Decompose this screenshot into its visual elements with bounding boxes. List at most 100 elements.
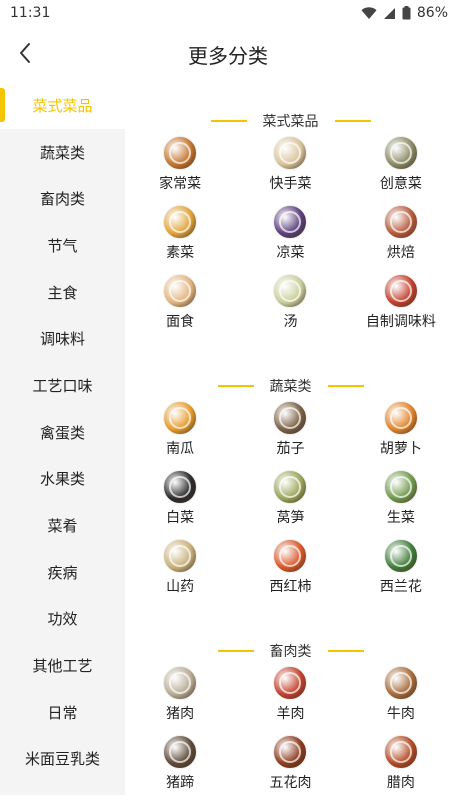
category-tile[interactable]: 生菜 [346, 470, 456, 539]
category-tile[interactable]: 南瓜 [125, 401, 235, 470]
category-tile-label: 创意菜 [379, 176, 422, 192]
category-tile-label: 烘焙 [386, 245, 415, 261]
dish-photo-icon [163, 735, 198, 769]
dish-photo-icon [163, 666, 198, 700]
dish-photo-icon [273, 136, 308, 170]
sidebar-item-caishi[interactable]: 菜式菜品 [0, 82, 125, 129]
category-tile-label: 胡萝卜 [379, 441, 422, 457]
dish-photo-icon [383, 666, 418, 700]
battery-percent: 86% [416, 5, 448, 21]
category-tile[interactable]: 烘焙 [346, 205, 456, 274]
category-tile-label: 腊肉 [386, 775, 415, 791]
category-tile-label: 凉菜 [276, 245, 305, 261]
category-tile[interactable]: 西兰花 [346, 539, 456, 608]
sidebar-item-label: 畜肉类 [39, 190, 85, 209]
category-tile[interactable]: 莴笋 [235, 470, 345, 539]
dish-photo-icon [273, 666, 308, 700]
sidebar-item-label: 调味料 [39, 330, 85, 349]
wifi-icon [361, 6, 377, 20]
category-tile[interactable]: 面食 [125, 274, 235, 343]
dish-photo-icon [163, 539, 198, 573]
category-tile[interactable]: 茄子 [235, 401, 345, 470]
category-tile-label: 羊肉 [276, 706, 305, 722]
sidebar-item-churou[interactable]: 畜肉类 [0, 175, 125, 222]
sidebar-item-caiyao[interactable]: 菜肴 [0, 502, 125, 549]
category-tile-label: 自制调味料 [365, 314, 436, 330]
section-title: 菜式菜品 [125, 110, 456, 132]
sidebar-item-label: 其他工艺 [32, 657, 93, 676]
sidebar-item-label: 主食 [47, 283, 78, 302]
sidebar-item-mimian-douru[interactable]: 米面豆乳类 [0, 736, 125, 783]
dish-photo-icon [273, 274, 308, 308]
category-tile[interactable]: 山药 [125, 539, 235, 608]
category-tile-label: 牛肉 [386, 706, 415, 722]
section-shucai: 蔬菜类南瓜 茄子 胡萝卜白菜 莴笋 生菜山药 西红柿 西兰花 [125, 343, 456, 608]
dish-photo-icon [273, 205, 308, 239]
sidebar-item-jibing[interactable]: 疾病 [0, 549, 125, 596]
divider-line [327, 385, 364, 387]
dish-photo-icon [163, 136, 198, 170]
dish-photo-icon [383, 470, 418, 504]
category-tile[interactable]: 凉菜 [235, 205, 345, 274]
category-tile[interactable]: 创意菜 [346, 136, 456, 205]
category-tile-label: 生菜 [386, 510, 415, 526]
category-tile[interactable]: 牛肉 [346, 666, 456, 735]
sidebar-item-label: 菜式菜品 [32, 96, 93, 115]
category-tile-label: 五花肉 [269, 775, 312, 791]
status-icons: 86% [361, 5, 448, 21]
category-tile[interactable]: 猪蹄 [125, 735, 235, 795]
dish-photo-icon [383, 205, 418, 239]
sidebar-item-gongxiao[interactable]: 功效 [0, 596, 125, 643]
category-tile[interactable]: 家常菜 [125, 136, 235, 205]
section-title: 蔬菜类 [125, 375, 456, 397]
category-tile[interactable]: 五花肉 [235, 735, 345, 795]
chevron-left-icon [20, 43, 30, 63]
dish-photo-icon [163, 274, 198, 308]
dish-photo-icon [273, 401, 308, 435]
sidebar-item-qindan[interactable]: 禽蛋类 [0, 409, 125, 456]
dish-photo-icon [383, 136, 418, 170]
category-tile[interactable]: 西红柿 [235, 539, 345, 608]
dish-photo-icon [163, 470, 198, 504]
sidebar-item-richang[interactable]: 日常 [0, 689, 125, 736]
dish-photo-icon [383, 274, 418, 308]
category-tile-label: 莴笋 [276, 510, 305, 526]
sidebar-item-gongyi-kouwei[interactable]: 工艺口味 [0, 362, 125, 409]
section-churou: 畜肉类 猪肉 羊肉 牛肉 猪蹄 五花肉 腊肉 [125, 608, 456, 795]
sidebar-item-label: 功效 [47, 610, 78, 629]
sidebar-item-qita-gongyi[interactable]: 其他工艺 [0, 642, 125, 689]
category-tile-label: 猪肉 [166, 706, 195, 722]
category-tile-label: 茄子 [276, 441, 305, 457]
category-tile-label: 西红柿 [269, 579, 312, 595]
sidebar-item-shuiguo[interactable]: 水果类 [0, 456, 125, 503]
category-tile[interactable]: 猪肉 [125, 666, 235, 735]
category-tile[interactable]: 白菜 [125, 470, 235, 539]
category-tile-label: 素菜 [166, 245, 195, 261]
sidebar-item-shucai[interactable]: 蔬菜类 [0, 129, 125, 176]
divider-line [210, 120, 247, 122]
sidebar-item-label: 米面豆乳类 [24, 750, 100, 769]
category-tile[interactable]: 快手菜 [235, 136, 345, 205]
sections-list: 菜式菜品家常菜 快手菜 创意菜素菜 凉菜 烘焙面食 汤 自制调味料蔬菜类南瓜 茄子 胡萝卜白菜 莴… [125, 82, 456, 795]
back-button[interactable] [10, 38, 40, 68]
sidebar-item-zhushi[interactable]: 主食 [0, 269, 125, 316]
sidebar-item-label: 蔬菜类 [39, 143, 85, 162]
category-tile[interactable]: 汤 [235, 274, 345, 343]
battery-icon [402, 6, 411, 20]
sidebar-item-label: 日常 [47, 703, 78, 722]
divider-line [217, 385, 254, 387]
sidebar-item-tiaoweiliao[interactable]: 调味料 [0, 315, 125, 362]
category-tile[interactable]: 素菜 [125, 205, 235, 274]
category-tile[interactable]: 胡萝卜 [346, 401, 456, 470]
dish-photo-icon [163, 205, 198, 239]
category-tile[interactable]: 羊肉 [235, 666, 345, 735]
category-tile[interactable]: 自制调味料 [346, 274, 456, 343]
category-content[interactable]: 菜式菜品家常菜 快手菜 创意菜素菜 凉菜 烘焙面食 汤 自制调味料蔬菜类南瓜 茄子 胡萝卜白菜 莴… [125, 82, 456, 795]
category-grid: 南瓜 茄子 胡萝卜白菜 莴笋 生菜山药 西红柿 西兰花 [125, 401, 456, 608]
app-header: 更多分类 [0, 26, 456, 82]
category-tile-label: 西兰花 [379, 579, 422, 595]
sidebar-item-label: 菜肴 [47, 517, 78, 536]
dish-photo-icon [273, 539, 308, 573]
category-tile[interactable]: 腊肉 [346, 735, 456, 795]
sidebar-item-jieqi[interactable]: 节气 [0, 222, 125, 269]
